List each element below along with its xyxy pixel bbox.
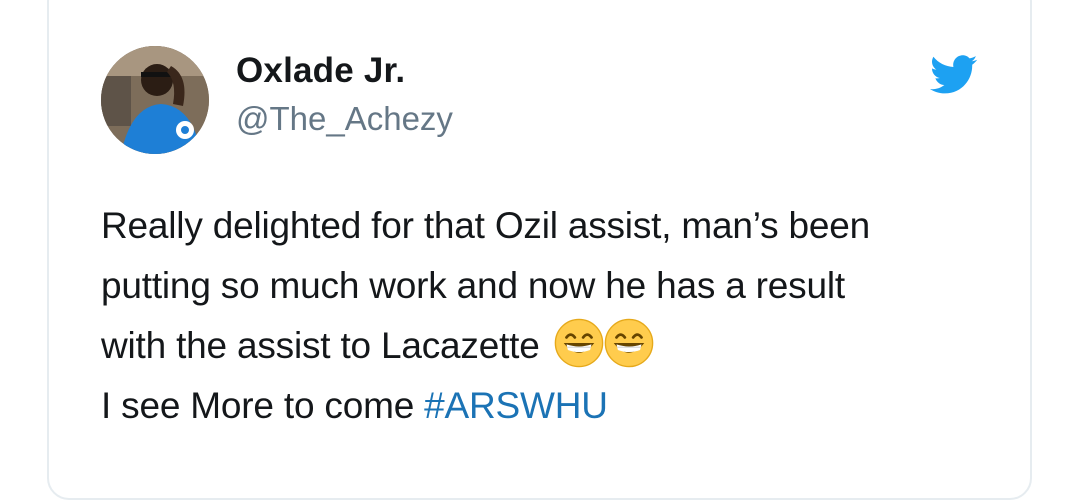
author-display-name[interactable]: Oxlade Jr. — [236, 51, 405, 91]
tweet-text-segment: with the assist to Lacazette — [101, 325, 540, 366]
tweet-text-line: with the assist to Lacazette — [101, 316, 1001, 376]
avatar[interactable] — [101, 46, 209, 154]
grinning-face-emoji — [554, 318, 604, 368]
grinning-face-emoji — [604, 318, 654, 368]
hashtag-link[interactable]: #ARSWHU — [424, 385, 608, 426]
author-handle[interactable]: @The_Achezy — [236, 100, 453, 138]
twitter-bird-icon[interactable] — [930, 55, 978, 95]
tweet-text-line: I see More to come #ARSWHU — [101, 376, 1001, 436]
tweet-text-line: putting so much work and now he has a re… — [101, 265, 845, 306]
tweet-text-segment: I see More to come — [101, 385, 425, 426]
tweet-text: Really delighted for that Ozil assist, m… — [101, 196, 1001, 436]
tweet-text-line: Really delighted for that Ozil assist, m… — [101, 205, 870, 246]
avatar-photo — [101, 46, 209, 154]
